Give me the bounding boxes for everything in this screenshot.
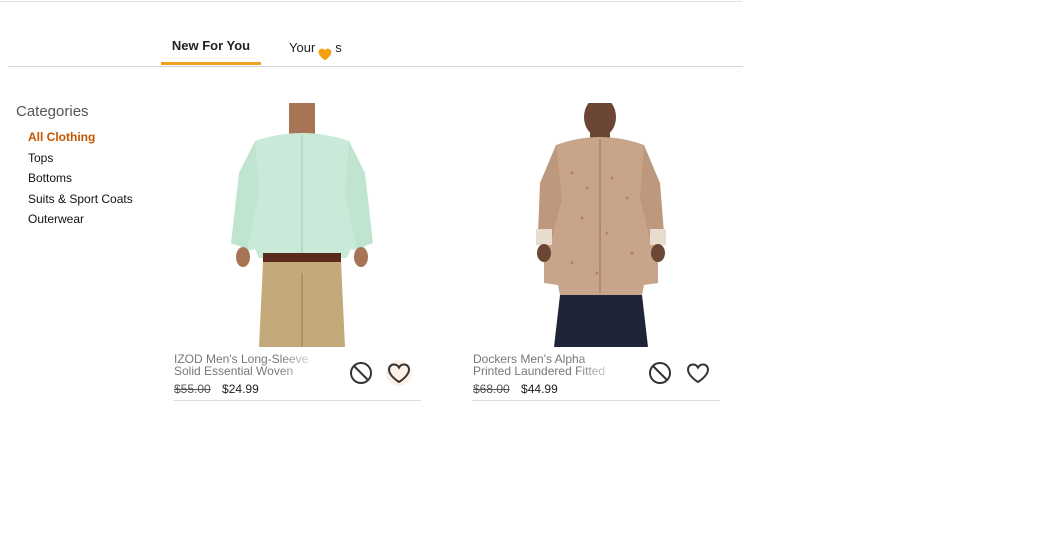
category-outerwear[interactable]: Outerwear — [28, 212, 133, 233]
not-interested-button[interactable] — [347, 359, 375, 387]
list-price: $55.00 — [174, 382, 211, 396]
product-title[interactable]: Dockers Men's Alpha Printed Laundered Fi… — [473, 353, 623, 377]
product-card: IZOD Men's Long-Sleeve Solid Essential W… — [173, 103, 421, 401]
product-prices: $68.00 $44.99 — [473, 382, 558, 396]
block-icon — [649, 362, 671, 384]
tab-new-for-you[interactable]: New For You — [161, 30, 261, 65]
sale-price: $44.99 — [521, 382, 558, 396]
category-sidebar: Categories All Clothing Tops Bottoms Sui… — [16, 103, 133, 233]
list-price: $68.00 — [473, 382, 510, 396]
tab-bar: New For You Your s — [8, 30, 743, 67]
category-list: All Clothing Tops Bottoms Suits & Sport … — [28, 130, 133, 233]
category-bottoms[interactable]: Bottoms — [28, 171, 133, 192]
categories-heading: Categories — [16, 103, 89, 120]
not-interested-button[interactable] — [646, 359, 674, 387]
product-image[interactable] — [512, 97, 690, 347]
category-tops[interactable]: Tops — [28, 151, 133, 172]
tab-your-hearts[interactable]: Your s — [289, 30, 342, 65]
category-suits-sport-coats[interactable]: Suits & Sport Coats — [28, 192, 133, 213]
favorite-button[interactable] — [385, 359, 413, 387]
product-prices: $55.00 $24.99 — [174, 382, 259, 396]
category-all-clothing[interactable]: All Clothing — [28, 130, 133, 151]
favorite-button[interactable] — [684, 359, 712, 387]
heart-outline-icon — [386, 360, 412, 386]
sale-price: $24.99 — [222, 382, 259, 396]
heart-outline-icon — [686, 363, 710, 384]
product-card: Dockers Men's Alpha Printed Laundered Fi… — [472, 97, 720, 401]
tab-your-hearts-prefix: Your — [289, 39, 316, 55]
product-image[interactable] — [213, 103, 391, 347]
tab-your-hearts-suffix: s — [335, 39, 342, 55]
block-icon — [350, 362, 372, 384]
heart-icon — [318, 41, 332, 61]
top-divider — [0, 1, 742, 2]
product-title[interactable]: IZOD Men's Long-Sleeve Solid Essential W… — [174, 353, 324, 377]
